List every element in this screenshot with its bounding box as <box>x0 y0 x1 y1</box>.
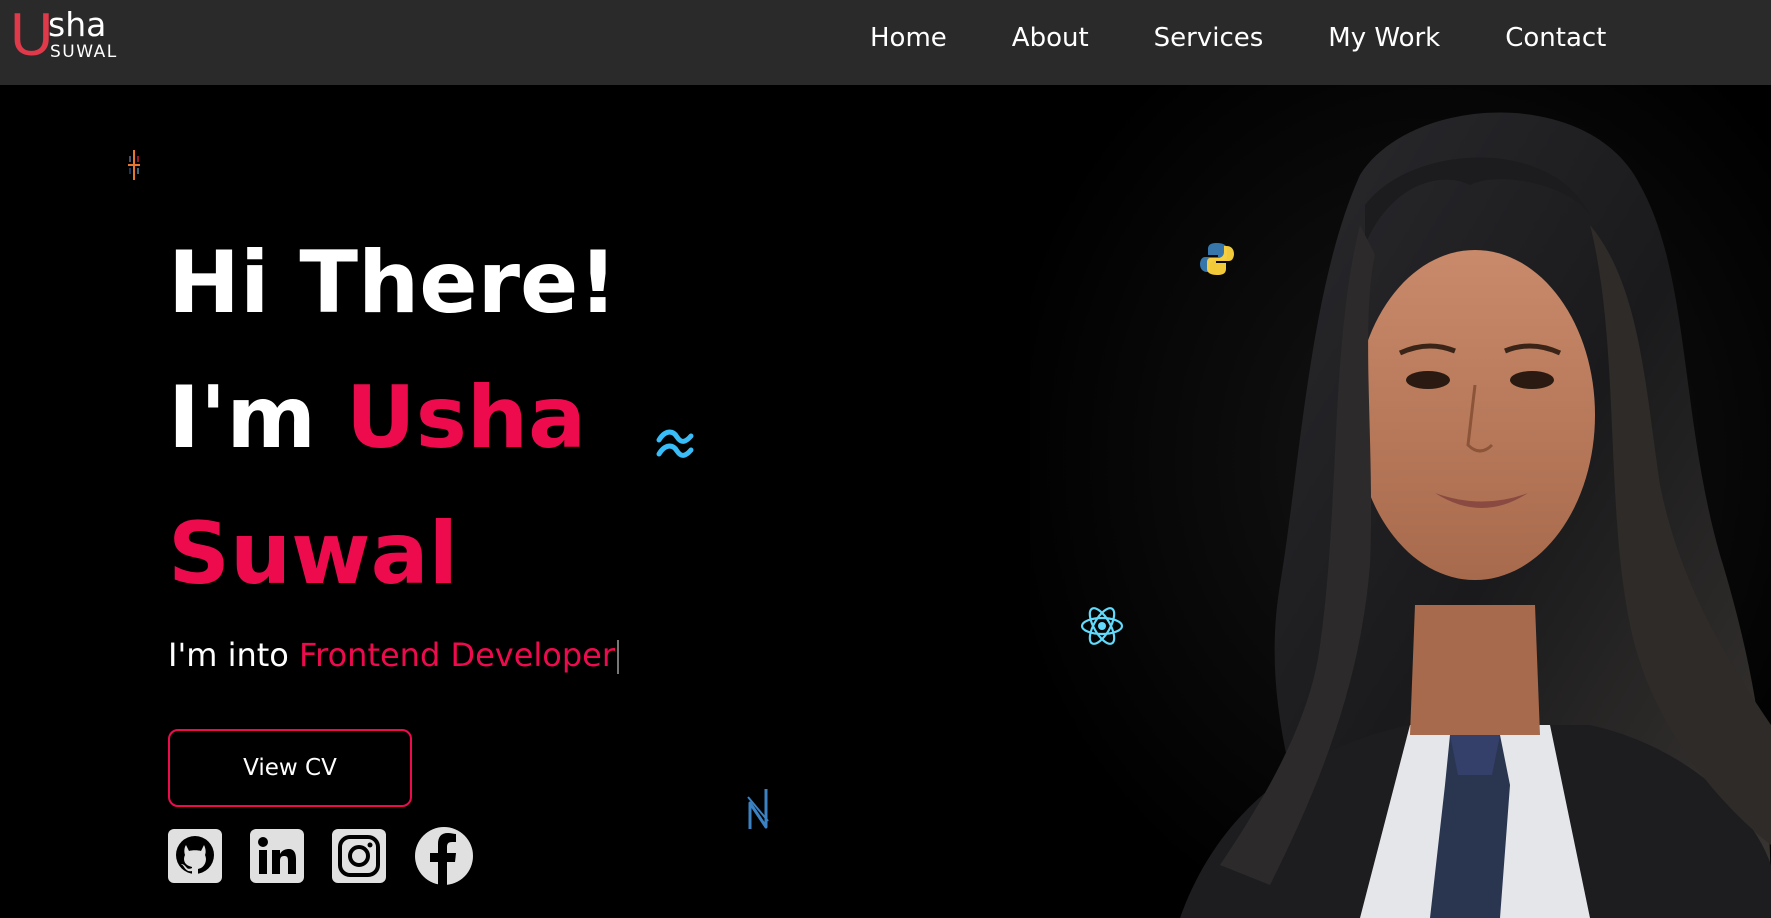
logo-letter: U <box>10 1 54 68</box>
main-nav: Home About Services My Work Contact <box>870 0 1606 75</box>
linkedin-icon[interactable] <box>250 829 304 883</box>
first-name: Usha <box>345 368 587 468</box>
facebook-icon[interactable] <box>414 826 474 886</box>
page: U sha SUWAL Home About Services My Work … <box>0 0 1771 918</box>
social-links <box>168 826 474 886</box>
logo[interactable]: U sha SUWAL <box>10 2 140 68</box>
python-icon <box>1200 243 1234 275</box>
typing-caret <box>617 640 620 674</box>
role-text: Frontend Developer <box>299 636 616 674</box>
nav-my-work[interactable]: My Work <box>1328 23 1440 53</box>
greeting-heading: Hi There! <box>168 233 618 333</box>
nav-services[interactable]: Services <box>1154 23 1264 53</box>
navbar: U sha SUWAL Home About Services My Work … <box>0 0 1771 85</box>
react-icon <box>1080 607 1124 645</box>
view-cv-button[interactable]: View CV <box>168 729 412 807</box>
nav-about[interactable]: About <box>1012 23 1089 53</box>
nav-home[interactable]: Home <box>870 23 947 53</box>
name-heading: I'm Usha <box>168 368 586 468</box>
last-name: Suwal <box>168 504 459 604</box>
intro-line: I'm into Frontend Developer <box>168 636 620 674</box>
github-icon[interactable] <box>168 829 222 883</box>
nav-contact[interactable]: Contact <box>1505 23 1606 53</box>
intro-prefix: I'm into <box>168 636 300 674</box>
instagram-icon[interactable] <box>332 829 386 883</box>
tableau-icon <box>128 150 140 180</box>
logo-first: sha <box>48 5 107 44</box>
logo-last: SUWAL <box>50 42 118 62</box>
nextjs-icon <box>747 789 769 829</box>
tailwind-icon <box>656 429 694 458</box>
profile-photo <box>1030 85 1771 918</box>
im-text: I'm <box>168 368 346 468</box>
